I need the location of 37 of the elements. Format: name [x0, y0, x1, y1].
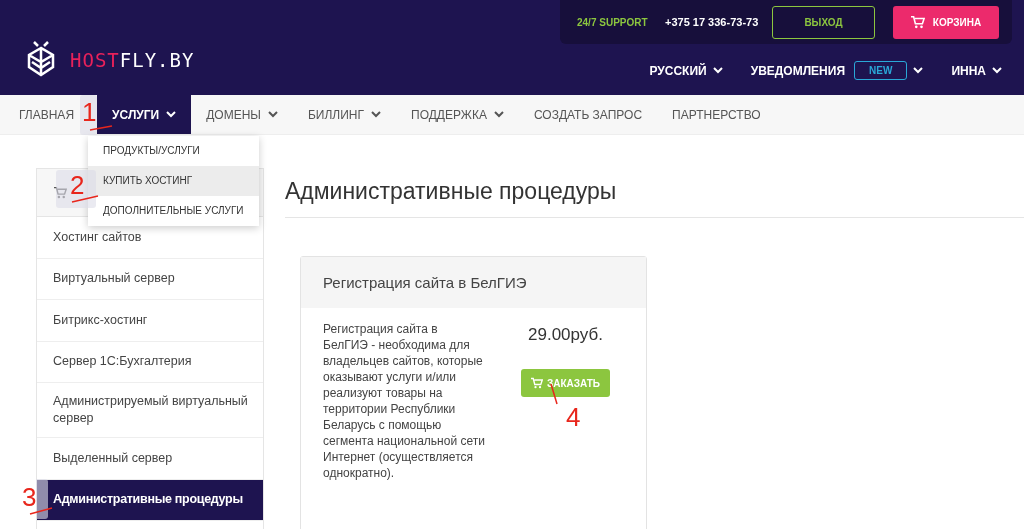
annotation-number: 1 — [80, 95, 97, 135]
page-title: Административные процедуры — [285, 168, 1024, 218]
nav-item[interactable]: ГЛАВНАЯ — [4, 95, 78, 134]
support-label: 24/7 SUPPORT — [577, 16, 649, 28]
dropdown-item[interactable]: ДОПОЛНИТЕЛЬНЫЕ УСЛУГИ — [88, 196, 259, 226]
chevron-down-icon — [913, 67, 924, 74]
user-menu-item[interactable]: ИННА — [951, 63, 1002, 78]
product-description: Регистрация сайта в БелГИЭ - необходима для владельцев сайтов, которые оказывают услуги и/или реализуют товары на территории Республики Беларусь с помощью сегмента национальной сети Интернет (осуществляется однократно). — [323, 321, 485, 481]
product-title: Регистрация сайта в БелГИЭ — [301, 257, 646, 308]
chevron-down-icon — [712, 67, 723, 74]
logo-text[interactable]: HOSTFLY.BY — [70, 49, 195, 71]
chevron-down-icon — [267, 111, 278, 118]
dropdown-item[interactable]: КУПИТЬ ХОСТИНГ — [88, 166, 259, 196]
cart-icon — [910, 15, 925, 29]
chevron-down-icon — [493, 111, 504, 118]
chevron-down-icon — [166, 111, 177, 118]
product-price: 29.00руб. — [528, 325, 603, 345]
user-menu-item[interactable]: РУССКИЙ — [649, 63, 723, 78]
sidebar-item[interactable]: Административные процедуры — [37, 479, 263, 521]
logout-button[interactable]: ВЫХОД — [772, 5, 875, 39]
nav-item[interactable]: ДОМЕНЫ — [191, 95, 293, 134]
annotation-number: 2 — [56, 170, 96, 208]
annotation-number: 4 — [566, 404, 581, 430]
cart-icon — [54, 186, 67, 199]
nav-item[interactable]: ПАРТНЕРСТВО — [657, 95, 776, 134]
chevron-down-icon — [371, 111, 381, 118]
phone-number: +375 17 336-73-73 — [665, 16, 760, 28]
nav-item[interactable]: СОЗДАТЬ ЗАПРОС — [518, 95, 658, 134]
user-menu-item[interactable]: УВЕДОМЛЕНИЯ NEW — [750, 61, 924, 80]
new-badge: NEW — [854, 61, 908, 80]
chevron-down-icon — [992, 67, 1002, 74]
dropdown-item[interactable]: ПРОДУКТЫ/УСЛУГИ — [88, 136, 259, 166]
cart-button[interactable]: КОРЗИНА — [893, 5, 999, 39]
nav-item[interactable]: БИЛЛИНГ — [292, 95, 396, 134]
nav-item[interactable]: ПОДДЕРЖКА — [396, 95, 519, 134]
nav-item[interactable]: УСЛУГИ — [97, 95, 192, 134]
cart-icon — [530, 377, 543, 389]
